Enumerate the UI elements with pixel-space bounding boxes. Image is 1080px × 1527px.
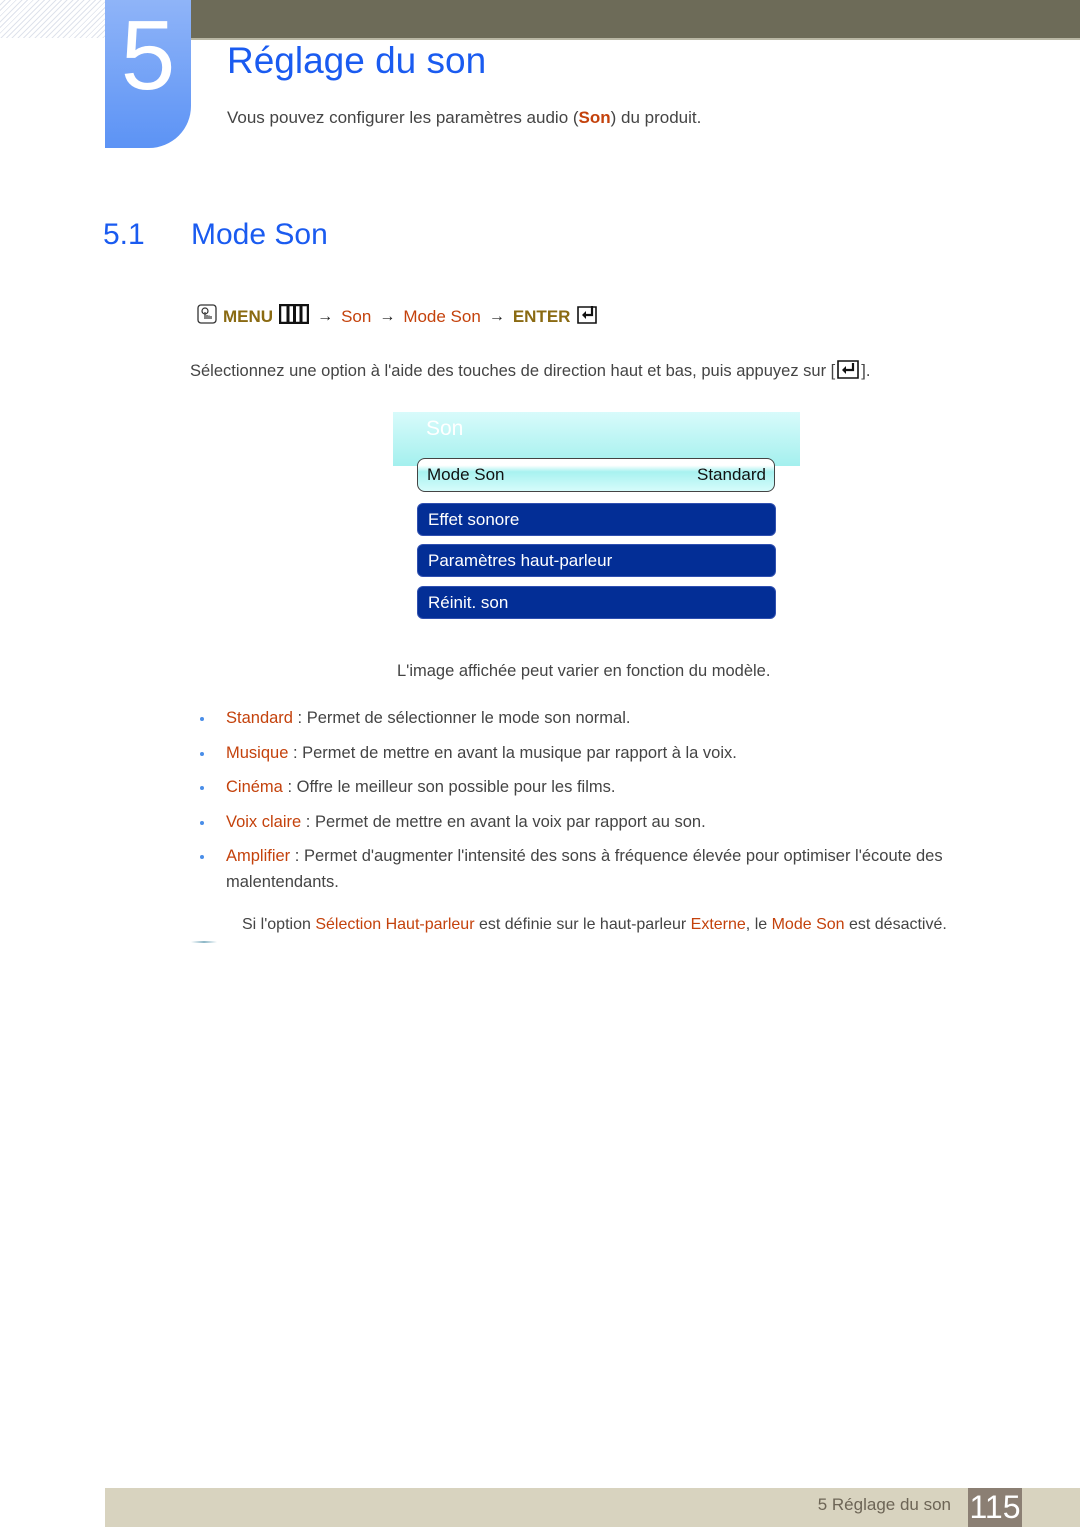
note-highlight: Mode Son <box>771 916 845 933</box>
option-term: Cinéma <box>226 778 283 796</box>
arrow-icon: → <box>488 307 505 325</box>
chapter-number-badge: 5 <box>105 0 191 148</box>
chapter-header-bar <box>190 0 1080 40</box>
note-part: est désactivé. <box>844 916 947 933</box>
menu-path-mode-son: Mode Son <box>403 306 481 326</box>
option-desc: : Permet de mettre en avant la voix par … <box>301 812 706 831</box>
osd-menu-item-reinit-son[interactable]: Réinit. son <box>417 586 776 619</box>
section-number: 5.1 <box>103 218 145 251</box>
option-desc: : Permet de sélectionner le mode son nor… <box>292 709 631 727</box>
menu-path-son: Son <box>341 306 372 326</box>
enter-icon <box>836 358 860 385</box>
osd-menu-item-parametres-haut-parleur[interactable]: Paramètres haut-parleur <box>417 544 776 577</box>
note-text: Si l'option Sélection Haut-parleur est d… <box>242 916 947 934</box>
option-term: Voix claire <box>226 812 302 831</box>
note-part: Si l'option <box>242 916 316 933</box>
instruction-end: ]. <box>861 362 871 380</box>
menu-path-menu: MENU <box>223 306 274 326</box>
chapter-number: 5 <box>120 0 176 110</box>
option-term: Standard <box>226 709 293 727</box>
option-desc: : Permet d'augmenter l'intensité des son… <box>226 847 943 891</box>
note-part: , le <box>745 916 772 933</box>
osd-menu-title: Son <box>426 417 464 440</box>
intro-highlight: Son <box>578 108 611 127</box>
enter-icon <box>576 303 600 330</box>
option-item: Standard : Permet de sélectionner le mod… <box>195 705 1005 731</box>
menu-grid-icon <box>278 303 310 329</box>
decorative-hatch <box>0 0 105 38</box>
menu-path-enter: ENTER <box>512 306 571 326</box>
note-part: est définie sur le haut-parleur <box>474 916 691 933</box>
option-desc: : Permet de mettre en avant la musique p… <box>288 743 737 762</box>
footer-chapter-label: 5 Réglage du son <box>817 1495 951 1514</box>
option-term: Amplifier <box>226 847 291 865</box>
menu-path: MENU → Son → Mode Son → ENTER <box>197 303 600 330</box>
section-title: Mode Son <box>191 218 328 251</box>
note-highlight: Externe <box>690 916 746 933</box>
sound-mode-options: Standard : Permet de sélectionner le mod… <box>195 705 1005 904</box>
instruction-body: Sélectionnez une option à l'aide des tou… <box>190 362 836 380</box>
instruction-text: Sélectionnez une option à l'aide des tou… <box>190 358 870 385</box>
note-icon <box>191 941 217 943</box>
option-item: Voix claire : Permet de mettre en avant … <box>195 809 1005 835</box>
chapter-title: Réglage du son <box>227 40 487 81</box>
osd-menu-item-effet-sonore[interactable]: Effet sonore <box>417 503 776 536</box>
page-number: 115 <box>968 1488 1022 1527</box>
arrow-icon: → <box>317 307 334 325</box>
remote-hand-icon <box>197 304 217 329</box>
intro-text-end: ) du produit. <box>610 108 702 127</box>
option-item: Amplifier : Permet d'augmenter l'intensi… <box>195 843 1005 895</box>
option-item: Cinéma : Offre le meilleur son possible … <box>195 774 1005 800</box>
chapter-intro: Vous pouvez configurer les paramètres au… <box>227 108 701 128</box>
note-highlight: Sélection Haut-parleur <box>315 916 475 933</box>
option-desc: : Offre le meilleur son possible pour le… <box>282 778 616 796</box>
osd-item-value: Standard <box>697 465 766 484</box>
arrow-icon: → <box>379 307 396 325</box>
image-caption: L'image affichée peut varier en fonction… <box>397 662 771 680</box>
option-term: Musique <box>226 743 289 762</box>
option-item: Musique : Permet de mettre en avant la m… <box>195 740 1005 766</box>
osd-menu-item-mode-son[interactable]: Mode Son Standard <box>417 458 775 492</box>
intro-text: Vous pouvez configurer les paramètres au… <box>227 108 579 127</box>
osd-item-label: Mode Son <box>427 465 505 484</box>
